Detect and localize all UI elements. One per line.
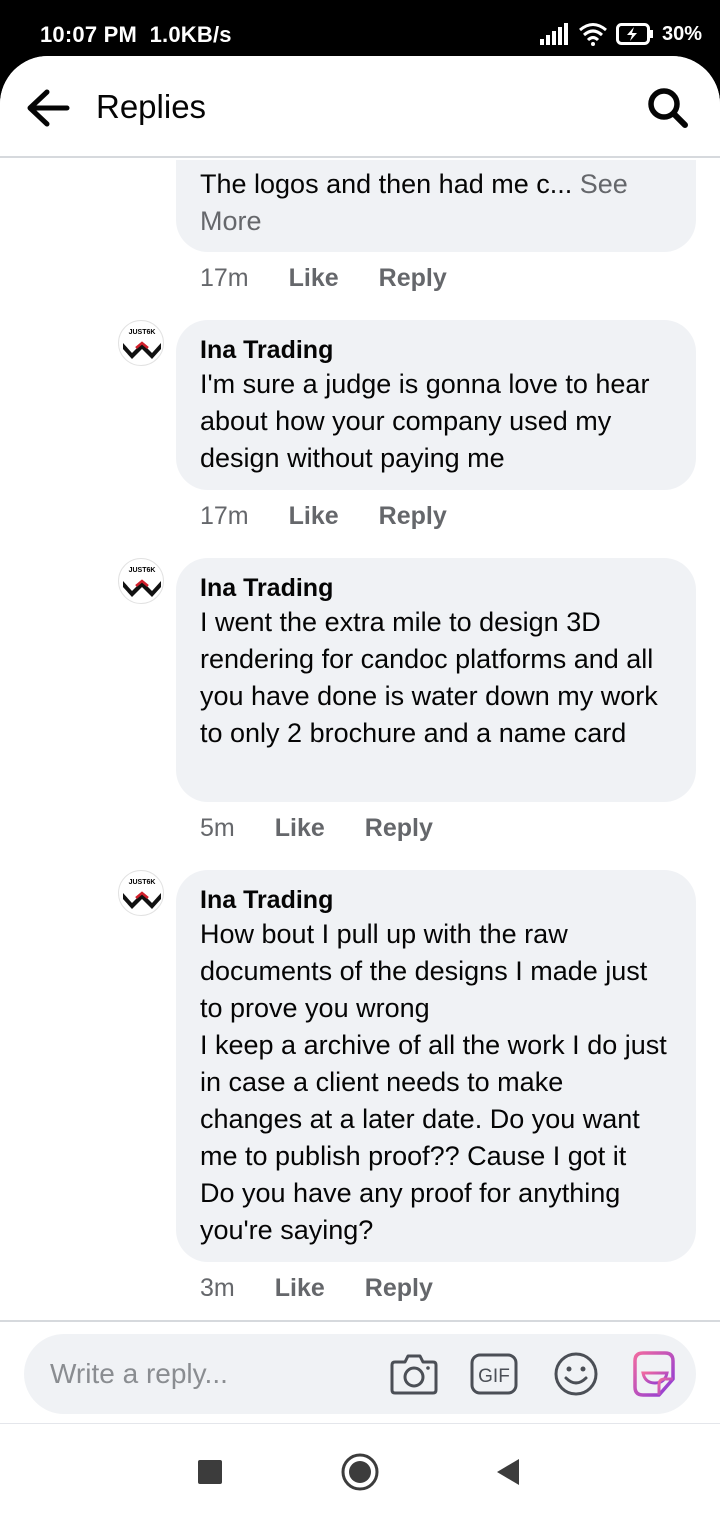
reply-input[interactable]: Write a reply... GIF xyxy=(24,1334,696,1414)
camera-button[interactable] xyxy=(388,1348,440,1400)
home-circle-icon xyxy=(341,1453,379,1491)
comment-actions: 17m Like Reply xyxy=(200,502,487,531)
battery-icon xyxy=(615,23,653,45)
signal-icon xyxy=(539,23,568,45)
comment-bubble[interactable]: Ina Trading I went the extra mile to des… xyxy=(176,558,696,802)
comment-text: I'm sure a judge is gonna love to hear a… xyxy=(200,369,650,473)
just6k-logo: JUST6K xyxy=(123,879,161,909)
just6k-logo: JUST6K xyxy=(123,567,161,597)
comment-actions: 5m Like Reply xyxy=(200,814,473,843)
comment-bubble[interactable]: Ina Trading I'm sure a judge is gonna lo… xyxy=(176,320,696,490)
sticker-icon xyxy=(633,1351,675,1397)
network-speed: 1.0KB/s xyxy=(149,22,232,47)
search-icon xyxy=(648,88,688,128)
reply-button[interactable]: Reply xyxy=(379,502,447,531)
clock: 10:07 PM xyxy=(40,22,137,47)
comment-time: 3m xyxy=(200,1274,235,1302)
comment-time: 17m xyxy=(200,502,249,530)
search-button[interactable] xyxy=(642,82,694,134)
comment-time: 5m xyxy=(200,814,235,842)
reply-placeholder: Write a reply... xyxy=(50,1358,228,1389)
back-arrow-icon xyxy=(27,89,70,127)
square-icon xyxy=(198,1460,222,1484)
back-nav-button[interactable] xyxy=(488,1452,528,1492)
like-button[interactable]: Like xyxy=(275,814,325,843)
triangle-back-icon xyxy=(497,1459,519,1485)
comment-text: How bout I pull up with the raw document… xyxy=(200,919,667,1245)
reply-button[interactable]: Reply xyxy=(365,1274,433,1303)
logo-text: JUST6K xyxy=(129,879,156,886)
battery-percent: 30% xyxy=(661,22,702,45)
camera-icon xyxy=(390,1354,438,1395)
reply-button[interactable]: Reply xyxy=(365,814,433,843)
gif-button[interactable]: GIF xyxy=(468,1348,520,1400)
wifi-icon xyxy=(579,23,607,46)
gif-label: GIF xyxy=(478,1366,510,1387)
logo-text: JUST6K xyxy=(129,329,156,336)
page-title: Replies xyxy=(96,88,207,125)
replies-screen: Replies The logos and then had me c... S… xyxy=(0,56,720,1520)
like-button[interactable]: Like xyxy=(289,264,339,293)
comment-actions: 3m Like Reply xyxy=(200,1274,473,1303)
replies-list[interactable]: The logos and then had me c... See More … xyxy=(0,160,720,1320)
reply-button[interactable]: Reply xyxy=(379,264,447,293)
comment-author[interactable]: Ina Trading xyxy=(200,884,672,916)
recents-button[interactable] xyxy=(190,1452,230,1492)
emoji-icon xyxy=(554,1352,598,1396)
avatar[interactable]: JUST6K xyxy=(118,558,164,604)
system-nav-bar xyxy=(0,1424,720,1520)
comment-time: 17m xyxy=(200,264,249,292)
comment-bubble[interactable]: Ina Trading How bout I pull up with the … xyxy=(176,870,696,1262)
back-button[interactable] xyxy=(22,82,74,134)
comment-author[interactable]: Ina Trading xyxy=(200,572,672,604)
like-button[interactable]: Like xyxy=(289,502,339,531)
comment-actions: 17m Like Reply xyxy=(200,264,487,293)
status-icons: 30% xyxy=(539,22,702,46)
sticker-button[interactable] xyxy=(628,1348,680,1400)
emoji-button[interactable] xyxy=(550,1348,602,1400)
reply-composer: Write a reply... GIF xyxy=(0,1320,720,1424)
app-header: Replies xyxy=(0,56,720,158)
comment-text: I went the extra mile to design 3D rende… xyxy=(200,607,658,748)
like-button[interactable]: Like xyxy=(275,1274,325,1303)
just6k-logo: JUST6K xyxy=(123,329,161,359)
comment-bubble[interactable]: The logos and then had me c... See More xyxy=(176,160,696,252)
comment-text: The logos and then had me c... See More xyxy=(200,169,628,236)
comment-author[interactable]: Ina Trading xyxy=(200,334,672,366)
gif-icon: GIF xyxy=(470,1353,518,1395)
status-time: 10:07 PM 1.0KB/s xyxy=(40,22,232,48)
avatar[interactable]: JUST6K xyxy=(118,320,164,366)
home-button[interactable] xyxy=(340,1452,380,1492)
logo-text: JUST6K xyxy=(129,567,156,574)
avatar[interactable]: JUST6K xyxy=(118,870,164,916)
